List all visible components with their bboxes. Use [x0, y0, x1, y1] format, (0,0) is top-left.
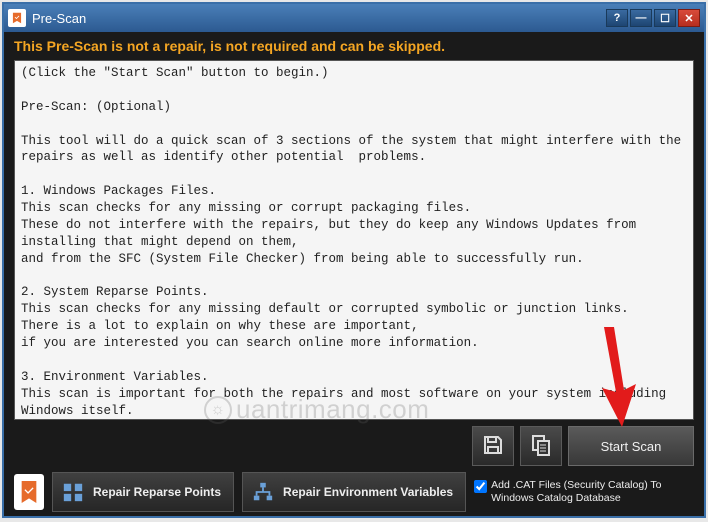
close-button[interactable]: ✕: [678, 9, 700, 27]
scan-output-wrap: [14, 60, 694, 420]
start-scan-button[interactable]: Start Scan: [568, 426, 694, 466]
titlebar: Pre-Scan ? — ☐ ✕: [4, 4, 704, 32]
action-row: Start Scan: [4, 424, 704, 470]
save-button[interactable]: [472, 426, 514, 466]
app-logo: [14, 474, 44, 510]
copy-icon: [529, 433, 553, 460]
main-window: Pre-Scan ? — ☐ ✕ This Pre-Scan is not a …: [2, 2, 706, 518]
repair-env-label: Repair Environment Variables: [283, 485, 453, 499]
minimize-button[interactable]: —: [630, 9, 652, 27]
save-icon: [481, 433, 505, 460]
help-button[interactable]: ?: [606, 9, 628, 27]
repair-reparse-label: Repair Reparse Points: [93, 485, 221, 499]
reparse-icon: [61, 480, 85, 504]
maximize-button[interactable]: ☐: [654, 9, 676, 27]
window-controls: ? — ☐ ✕: [606, 9, 700, 27]
warning-text: This Pre-Scan is not a repair, is not re…: [4, 32, 704, 58]
cat-files-label: Add .CAT Files (Security Catalog) To Win…: [491, 479, 664, 504]
bottom-row: Repair Reparse Points Repair Environment…: [4, 470, 704, 518]
repair-env-button[interactable]: Repair Environment Variables: [242, 472, 466, 512]
cat-files-checkbox[interactable]: [474, 480, 487, 493]
cat-files-checkbox-wrap[interactable]: Add .CAT Files (Security Catalog) To Win…: [474, 479, 664, 504]
window-title: Pre-Scan: [32, 11, 600, 26]
env-icon: [251, 480, 275, 504]
scan-output[interactable]: [14, 60, 694, 420]
app-icon: [8, 9, 26, 27]
repair-reparse-button[interactable]: Repair Reparse Points: [52, 472, 234, 512]
copy-button[interactable]: [520, 426, 562, 466]
